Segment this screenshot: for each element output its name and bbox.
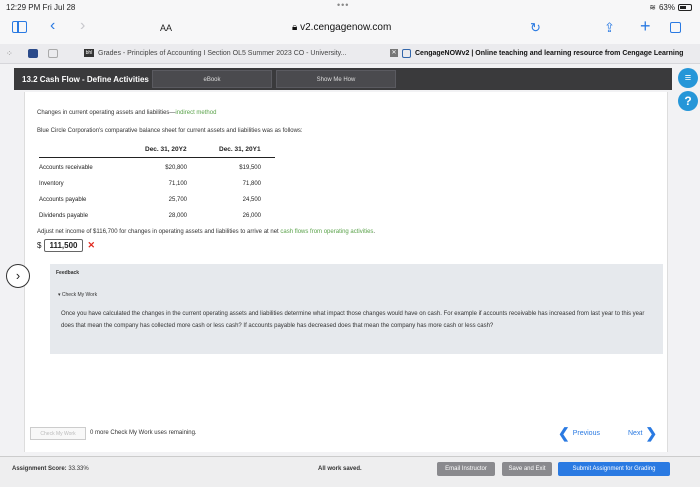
check-my-work-toggle[interactable]: ▾ Check My Work [58, 292, 97, 298]
tab-title: Grades - Principles of Accounting I Sect… [98, 49, 347, 57]
cell-value: 71,100 [168, 181, 187, 187]
column-header: Dec. 31, 20Y2 [145, 146, 187, 153]
row-label: Inventory [39, 181, 64, 187]
cengage-favicon [402, 49, 411, 58]
battery-percent: 63% [658, 3, 675, 12]
cell-value: 71,800 [242, 181, 261, 187]
score-label: Assignment Score: [12, 466, 67, 472]
battery-icon [678, 4, 692, 11]
cell-value: 25,700 [168, 197, 187, 203]
status-dots: ••• [337, 0, 350, 10]
expand-panel-icon[interactable]: › [6, 264, 30, 288]
cell-value: $19,500 [239, 165, 261, 171]
cell-value: 24,500 [242, 197, 261, 203]
email-instructor-button[interactable]: Email Instructor [437, 462, 495, 476]
address-bar[interactable]: 🔒︎ v2.cengagenow.com [292, 22, 391, 33]
indirect-method-link[interactable]: indirect method [175, 110, 216, 116]
save-status: All work saved. [318, 466, 362, 472]
adjust-instructions: Adjust net income of $116,700 for change… [37, 229, 375, 235]
tab-title: CengageNOWv2 | Online teaching and learn… [415, 50, 684, 57]
row-label: Accounts receivable [39, 165, 93, 171]
show-me-how-button[interactable]: Show Me How [276, 70, 396, 88]
cell-value: $20,800 [165, 165, 187, 171]
back-icon[interactable]: ‹ [50, 18, 55, 34]
help-icon[interactable]: ? [678, 91, 698, 111]
question-intro: Blue Circle Corporation's comparative ba… [37, 128, 303, 134]
bottom-controls: Check My Work 0 more Check My Work uses … [24, 424, 668, 444]
share-icon[interactable]: ⇪ [604, 20, 615, 36]
score-value: 33.33% [68, 466, 89, 472]
status-time: 12:29 PM Fri Jul 28 [6, 3, 76, 12]
tab-grades[interactable]: bhl Grades - Principles of Accounting I … [84, 49, 346, 57]
forward-icon[interactable]: › [80, 18, 85, 34]
browser-toolbar: ‹ › AA 🔒︎ v2.cengagenow.com ↻ ⇪ + [0, 14, 700, 44]
new-tab-icon[interactable]: + [640, 17, 651, 35]
ebook-button[interactable]: eBook [152, 70, 272, 88]
answer-input[interactable]: 111,500 [44, 239, 83, 252]
url-text: v2.cengagenow.com [300, 22, 392, 33]
next-button[interactable]: Next ❯ [628, 426, 657, 440]
cell-value: 26,000 [242, 213, 261, 219]
row-label: Dividends payable [39, 213, 89, 219]
assignment-title: 13.2 Cash Flow - Define Activities [22, 75, 149, 84]
question-heading: Changes in current operating assets and … [37, 110, 216, 116]
submit-assignment-button[interactable]: Submit Assignment for Grading [558, 462, 670, 476]
currency-symbol: $ [37, 241, 42, 250]
tab-favicon: bhl [84, 49, 94, 57]
incorrect-icon: ✕ [87, 240, 96, 250]
feedback-text: Once you have calculated the changes in … [61, 311, 645, 329]
check-my-work-button[interactable]: Check My Work [30, 427, 86, 440]
status-bar: 12:29 PM Fri Jul 28 ••• ≋ 63% [0, 0, 700, 14]
remaining-uses-text: 0 more Check My Work uses remaining. [90, 430, 197, 436]
chevron-right-icon: ❯ [645, 425, 658, 441]
battery-fill [680, 6, 686, 9]
save-and-exit-button[interactable]: Save and Exit [502, 462, 552, 476]
tab-cengage[interactable]: CengageNOWv2 | Online teaching and learn… [402, 49, 683, 58]
assignment-score: Assignment Score: 33.33% [12, 466, 89, 472]
cash-flows-link[interactable]: cash flows from operating activities [280, 229, 373, 235]
tabs-overview-icon[interactable] [670, 22, 681, 33]
wifi-icon: ≋ [649, 3, 656, 12]
previous-button[interactable]: ❮ Previous [558, 426, 600, 440]
assignment-footer: Assignment Score: 33.33% All work saved.… [0, 456, 700, 487]
bookmark-icon[interactable] [28, 49, 38, 58]
cell-value: 28,000 [168, 213, 187, 219]
extensions-icon[interactable]: ⁘ [6, 49, 16, 58]
adjust-text: Adjust net income of $116,700 for change… [37, 229, 281, 235]
assignment-header: 13.2 Cash Flow - Define Activities eBook… [14, 68, 672, 90]
sidebar-toggle-icon[interactable] [12, 21, 27, 33]
heading-text: Changes in current operating assets and … [37, 110, 176, 116]
tab-close-icon[interactable]: ✕ [390, 49, 398, 57]
adjust-end: . [373, 229, 376, 235]
feedback-title: Feedback [56, 270, 80, 276]
tab-bar: ⁘ bhl Grades - Principles of Accounting … [0, 44, 700, 64]
reload-icon[interactable]: ↻ [530, 20, 541, 36]
row-label: Accounts payable [39, 197, 87, 203]
chevron-left-icon: ❮ [558, 425, 570, 441]
answer-row: $ 111,500 ✕ [37, 239, 95, 252]
header-rule [39, 157, 275, 158]
feedback-panel: Feedback ▾ Check My Work Once you have c… [50, 264, 663, 354]
menu-icon[interactable]: ≡ [678, 68, 698, 88]
next-label: Next [628, 429, 643, 437]
page-icon[interactable] [48, 49, 58, 58]
previous-label: Previous [572, 429, 600, 437]
battery-indicator: ≋ 63% [649, 3, 692, 12]
text-size-button[interactable]: AA [160, 23, 172, 33]
column-header: Dec. 31, 20Y1 [219, 146, 261, 153]
lock-icon: 🔒︎ [292, 22, 301, 33]
